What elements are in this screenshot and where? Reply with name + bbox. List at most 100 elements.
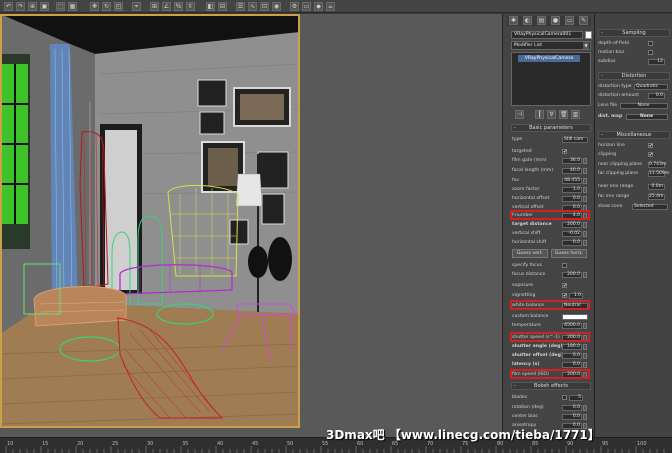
specify-focus-checkbox[interactable] [562, 263, 567, 268]
zoom-factor-input[interactable]: 1.0 [562, 187, 582, 193]
distortion-amount-input[interactable]: 0.0 [648, 93, 665, 99]
blades-checkbox[interactable] [562, 395, 567, 400]
horizontal-shift-spinner[interactable] [583, 240, 587, 246]
miscellaneous-rollout-header[interactable]: - Miscellaneous [598, 131, 670, 139]
focal-length-input[interactable]: 40.0 [562, 168, 582, 174]
film-gate-spinner[interactable] [583, 158, 587, 164]
remove-modifier-icon[interactable]: 🗑 [559, 110, 568, 119]
make-unique-icon[interactable]: ∀ [547, 110, 556, 119]
modifier-list-dropdown[interactable]: Modifier List ▼ [511, 41, 591, 50]
near-clip-input[interactable]: 0.743m [648, 162, 666, 168]
fnumber-spinner[interactable] [583, 213, 587, 219]
display-icon[interactable]: ▭ [565, 16, 574, 25]
percent-snap-icon[interactable]: % [174, 2, 183, 11]
vertical-offset-spinner[interactable] [583, 205, 587, 211]
motion-blur-checkbox[interactable] [648, 50, 653, 55]
angle-snap-icon[interactable]: ∠ [162, 2, 171, 11]
shutter-angle-input[interactable]: 180.0 [562, 344, 582, 350]
camera-viewport[interactable] [0, 14, 502, 437]
material-icon[interactable]: ◉ [272, 2, 281, 11]
show-end-result-icon[interactable]: ┃ [535, 110, 544, 119]
hierarchy-icon[interactable]: ▤ [537, 16, 546, 25]
targeted-checkbox[interactable]: ✔ [562, 149, 567, 155]
modify-icon[interactable]: ◐ [523, 16, 532, 25]
blades-input[interactable]: 5 [569, 395, 583, 401]
temperature-input[interactable]: 6500.0 [562, 323, 582, 329]
vignetting-checkbox[interactable]: ✔ [562, 293, 567, 299]
create-icon[interactable]: ✱ [509, 16, 518, 25]
guess-vert-button[interactable]: Guess vert. [512, 249, 548, 258]
select-icon[interactable]: ▣ [40, 2, 49, 11]
far-env-input[interactable]: 25.4m [648, 194, 665, 200]
rotation-spinner[interactable] [583, 405, 587, 411]
sampling-rollout-header[interactable]: - Sampling [598, 29, 670, 37]
lens-file-button[interactable]: None [620, 103, 668, 109]
snap-icon[interactable]: ⊞ [150, 2, 159, 11]
distortion-type-dropdown[interactable]: Quadratic [634, 84, 668, 90]
horizontal-offset-input[interactable]: 0.0 [562, 196, 582, 202]
shutter-angle-spinner[interactable] [583, 344, 587, 350]
focus-distance-input[interactable]: 200.0 [562, 272, 582, 278]
select-region-icon[interactable]: ⬚ [56, 2, 65, 11]
render-setup-icon[interactable]: ⚙ [290, 2, 299, 11]
custom-balance-swatch[interactable] [562, 314, 588, 320]
center-bias-spinner[interactable] [583, 414, 587, 420]
target-distance-spinner[interactable] [583, 222, 587, 228]
align-icon[interactable]: ⊟ [218, 2, 227, 11]
vignetting-input[interactable]: 1.0 [569, 293, 583, 299]
zoom-factor-spinner[interactable] [583, 187, 587, 193]
redo-icon[interactable]: ↷ [16, 2, 25, 11]
vertical-offset-input[interactable]: 0.0 [562, 205, 582, 211]
shutter-speed-spinner[interactable] [583, 335, 587, 341]
shutter-speed-input[interactable]: 200.0 [562, 335, 582, 341]
layer-icon[interactable]: ☰ [236, 2, 245, 11]
film-speed-input[interactable]: 200.0 [562, 372, 582, 378]
render-icon[interactable]: ◆ [314, 2, 323, 11]
fnumber-input[interactable]: 4.0 [562, 213, 582, 219]
stack-item-camera[interactable]: VRayPhysicalCamera [518, 55, 580, 62]
shutter-offset-input[interactable]: 0.0 [562, 353, 582, 359]
white-balance-dropdown[interactable]: Neutral [562, 303, 588, 309]
fov-input[interactable]: 48.455 [562, 178, 582, 184]
horizon-line-checkbox[interactable]: ✔ [648, 143, 653, 149]
render-frame-icon[interactable]: ▭ [302, 2, 311, 11]
curve-icon[interactable]: ∿ [248, 2, 257, 11]
clipping-checkbox[interactable]: ✔ [648, 152, 653, 158]
distortion-rollout-header[interactable]: - Distortion [598, 72, 670, 80]
mirror-icon[interactable]: ◧ [206, 2, 215, 11]
configure-sets-icon[interactable]: ▥ [571, 110, 580, 119]
window-crossing-icon[interactable]: ▦ [68, 2, 77, 11]
move-icon[interactable]: ✥ [90, 2, 99, 11]
film-speed-spinner[interactable] [583, 372, 587, 378]
vertical-shift-input[interactable]: -0.02 [562, 231, 582, 237]
utilities-icon[interactable]: ✎ [579, 16, 588, 25]
rotation-input[interactable]: 0.0 [562, 405, 582, 411]
link-icon[interactable]: ⊕ [28, 2, 37, 11]
focal-length-spinner[interactable] [583, 168, 587, 174]
scale-icon[interactable]: ◰ [114, 2, 123, 11]
dof-checkbox[interactable] [648, 41, 653, 46]
bokeh-effects-rollout-header[interactable]: - Bokeh effects [511, 382, 591, 390]
near-env-input[interactable]: 0.0m [648, 184, 665, 190]
horizontal-shift-input[interactable]: 0.0 [562, 240, 582, 246]
subdivs-input[interactable]: 12 [648, 59, 665, 65]
exposure-checkbox[interactable]: ✔ [562, 283, 567, 289]
show-cone-dropdown[interactable]: Selected [632, 204, 668, 210]
film-gate-input[interactable]: 36.0 [562, 158, 582, 164]
type-dropdown[interactable]: Still cam [562, 137, 588, 143]
latency-spinner[interactable] [583, 362, 587, 368]
teapot-icon[interactable]: ☕ [326, 2, 335, 11]
pin-stack-icon[interactable]: ⊣ [515, 110, 524, 119]
guess-horiz-button[interactable]: Guess horiz. [551, 249, 587, 258]
latency-input[interactable]: 0.0 [562, 362, 582, 368]
fov-spinner[interactable] [583, 178, 587, 184]
temperature-spinner[interactable] [583, 323, 587, 329]
basic-parameters-rollout-header[interactable]: - Basic parameters [511, 124, 591, 132]
object-name-field[interactable]: VRayPhysicalCamera001 [511, 31, 583, 39]
undo-icon[interactable]: ↶ [4, 2, 13, 11]
shutter-offset-spinner[interactable] [583, 353, 587, 359]
pivot-icon[interactable]: ⌖ [132, 2, 141, 11]
center-bias-input[interactable]: 0.0 [562, 414, 582, 420]
far-clip-input[interactable]: 11.509m [648, 171, 669, 177]
spinner-snap-icon[interactable]: ⇳ [186, 2, 195, 11]
